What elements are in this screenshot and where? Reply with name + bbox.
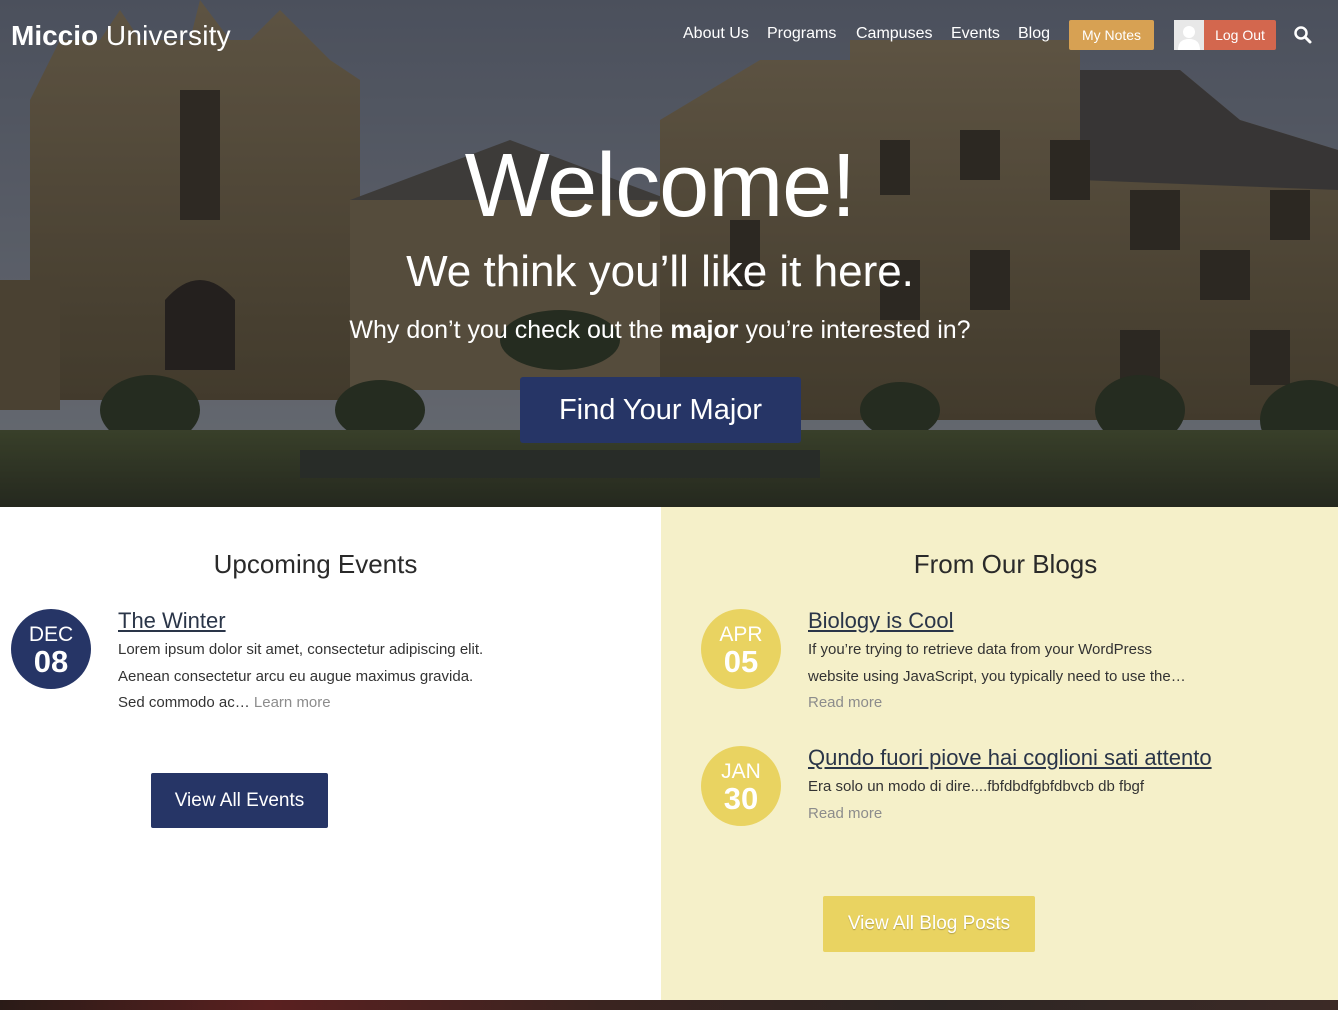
user-avatar-icon bbox=[1174, 20, 1204, 50]
blog-day: 30 bbox=[723, 781, 759, 816]
event-day: 08 bbox=[33, 644, 69, 679]
logo-light-text: University bbox=[105, 20, 231, 51]
view-all-blog-posts-button[interactable]: View All Blog Posts bbox=[823, 896, 1035, 952]
footer-image-strip bbox=[0, 1000, 1338, 1010]
blogs-section: From Our Blogs APR 05 Biology is Cool If… bbox=[661, 507, 1338, 1000]
blog-title-link[interactable]: Biology is Cool bbox=[808, 608, 954, 634]
my-notes-button[interactable]: My Notes bbox=[1069, 20, 1154, 50]
tagline-emphasis: major bbox=[670, 316, 739, 344]
blog-read-more-link[interactable]: Read more bbox=[808, 694, 882, 711]
nav-about-us[interactable]: About Us bbox=[683, 24, 749, 44]
nav-programs[interactable]: Programs bbox=[767, 24, 836, 44]
event-learn-more-link[interactable]: Learn more bbox=[254, 694, 331, 711]
nav-blog[interactable]: Blog bbox=[1018, 24, 1050, 44]
search-icon[interactable] bbox=[1293, 25, 1313, 45]
site-logo[interactable]: Miccio University bbox=[11, 19, 231, 53]
blog-day: 05 bbox=[723, 644, 759, 679]
tagline-start: Why don’t you check out the bbox=[349, 316, 671, 344]
blog-date-badge[interactable]: APR 05 bbox=[701, 609, 781, 689]
hero-tagline: Why don’t you check out the major you’re… bbox=[0, 314, 1320, 346]
event-title-link[interactable]: The Winter bbox=[118, 608, 226, 634]
nav-campuses[interactable]: Campuses bbox=[856, 24, 932, 44]
blogs-heading: From Our Blogs bbox=[913, 549, 1098, 579]
find-your-major-button[interactable]: Find Your Major bbox=[520, 377, 801, 443]
blog-read-more-link[interactable]: Read more bbox=[808, 805, 882, 822]
log-out-button[interactable]: Log Out bbox=[1174, 20, 1276, 50]
nav-events[interactable]: Events bbox=[951, 24, 1000, 44]
upcoming-events-section: Upcoming Events DEC 08 The Winter Lorem … bbox=[0, 507, 661, 1000]
blog-title-link[interactable]: Qundo fuori piove hai coglioni sati atte… bbox=[808, 745, 1212, 771]
hero-section: Miccio University About Us Programs Camp… bbox=[0, 0, 1338, 507]
hero-title: Welcome! bbox=[464, 136, 856, 236]
view-all-events-button[interactable]: View All Events bbox=[151, 773, 328, 828]
blog-date-badge[interactable]: JAN 30 bbox=[701, 746, 781, 826]
events-heading: Upcoming Events bbox=[213, 549, 418, 579]
log-out-label: Log Out bbox=[1215, 27, 1265, 43]
logo-bold-text: Miccio bbox=[11, 20, 99, 51]
blog-excerpt-text: Era solo un modo di dire....fbfdbdfgbfdb… bbox=[808, 778, 1145, 795]
hero-subtitle: We think you’ll like it here. bbox=[406, 247, 914, 296]
blog-excerpt-text: If you’re trying to retrieve data from y… bbox=[808, 641, 1186, 685]
blog-excerpt: If you’re trying to retrieve data from y… bbox=[808, 637, 1188, 717]
event-excerpt: Lorem ipsum dolor sit amet, consectetur … bbox=[118, 637, 498, 717]
event-date-badge[interactable]: DEC 08 bbox=[11, 609, 91, 689]
blog-excerpt: Era solo un modo di dire....fbfdbdfgbfdb… bbox=[808, 774, 1208, 827]
tagline-end: you’re interested in? bbox=[738, 316, 971, 344]
